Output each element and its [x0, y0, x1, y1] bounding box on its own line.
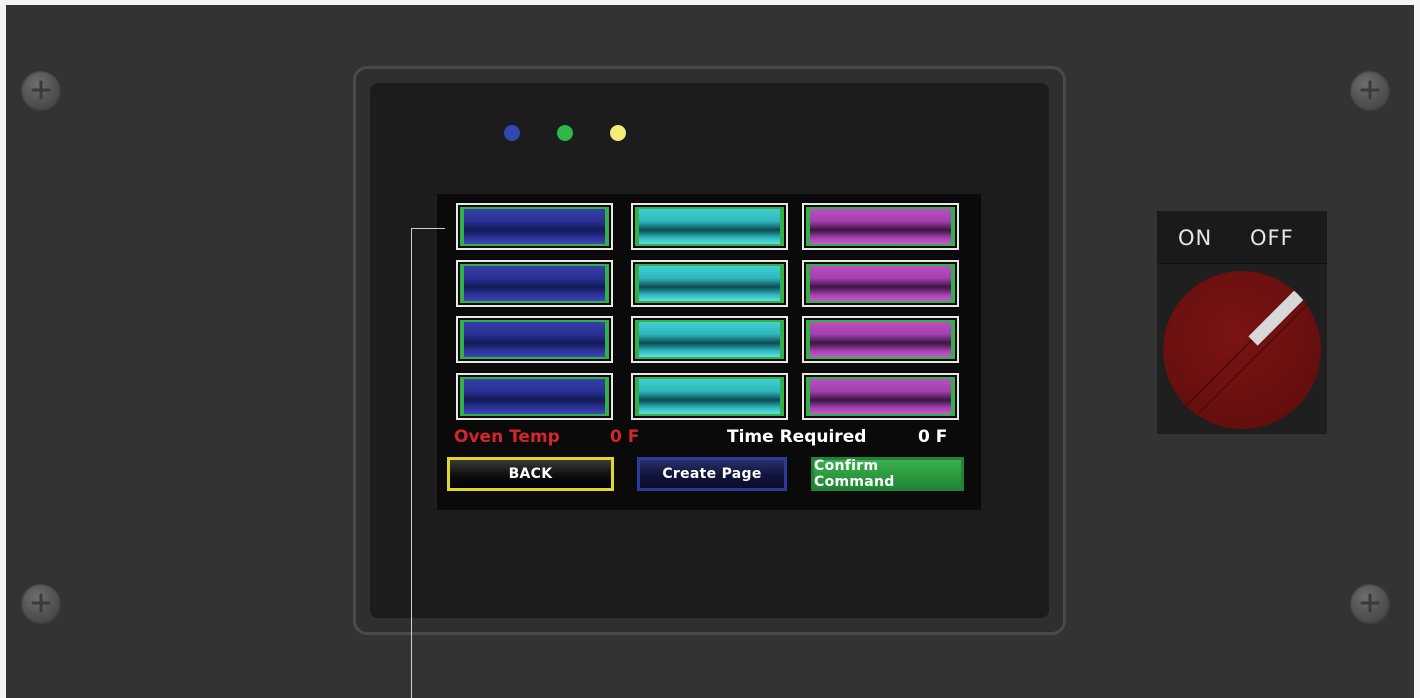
leader-line-horizontal	[411, 228, 445, 229]
switch-knob[interactable]	[1163, 271, 1321, 429]
time-required-label: Time Required	[727, 427, 867, 447]
oven-temp-label: Oven Temp	[454, 427, 560, 447]
screw-top-right	[1350, 70, 1390, 110]
screw-top-left	[21, 70, 61, 110]
key-switch: ON OFF	[1157, 211, 1327, 434]
screw-bottom-right	[1350, 583, 1390, 623]
switch-on-label: ON	[1178, 226, 1213, 250]
key-cyan-row2[interactable]	[631, 260, 788, 307]
knob-pointer-icon	[1182, 290, 1312, 420]
key-magenta-row2[interactable]	[802, 260, 959, 307]
led-yellow-indicator	[610, 125, 626, 141]
oven-temp-value: 0 F	[610, 427, 640, 447]
time-required-value: 0 F	[918, 427, 948, 447]
key-blue-row3[interactable]	[456, 316, 613, 363]
screw-bottom-left	[21, 583, 61, 623]
led-green-indicator	[557, 125, 573, 141]
key-cyan-row1[interactable]	[631, 203, 788, 250]
key-cyan-row4[interactable]	[631, 373, 788, 420]
key-cyan-row3[interactable]	[631, 316, 788, 363]
create-page-button[interactable]: Create Page	[637, 457, 787, 491]
switch-off-label: OFF	[1250, 226, 1294, 250]
key-blue-row4[interactable]	[456, 373, 613, 420]
key-blue-row1[interactable]	[456, 203, 613, 250]
back-button[interactable]: BACK	[447, 457, 614, 491]
key-blue-row2[interactable]	[456, 260, 613, 307]
key-magenta-row1[interactable]	[802, 203, 959, 250]
key-magenta-row3[interactable]	[802, 316, 959, 363]
key-magenta-row4[interactable]	[802, 373, 959, 420]
led-blue-indicator	[504, 125, 520, 141]
confirm-command-button[interactable]: Confirm Command	[811, 457, 964, 491]
leader-line-vertical	[411, 228, 412, 698]
